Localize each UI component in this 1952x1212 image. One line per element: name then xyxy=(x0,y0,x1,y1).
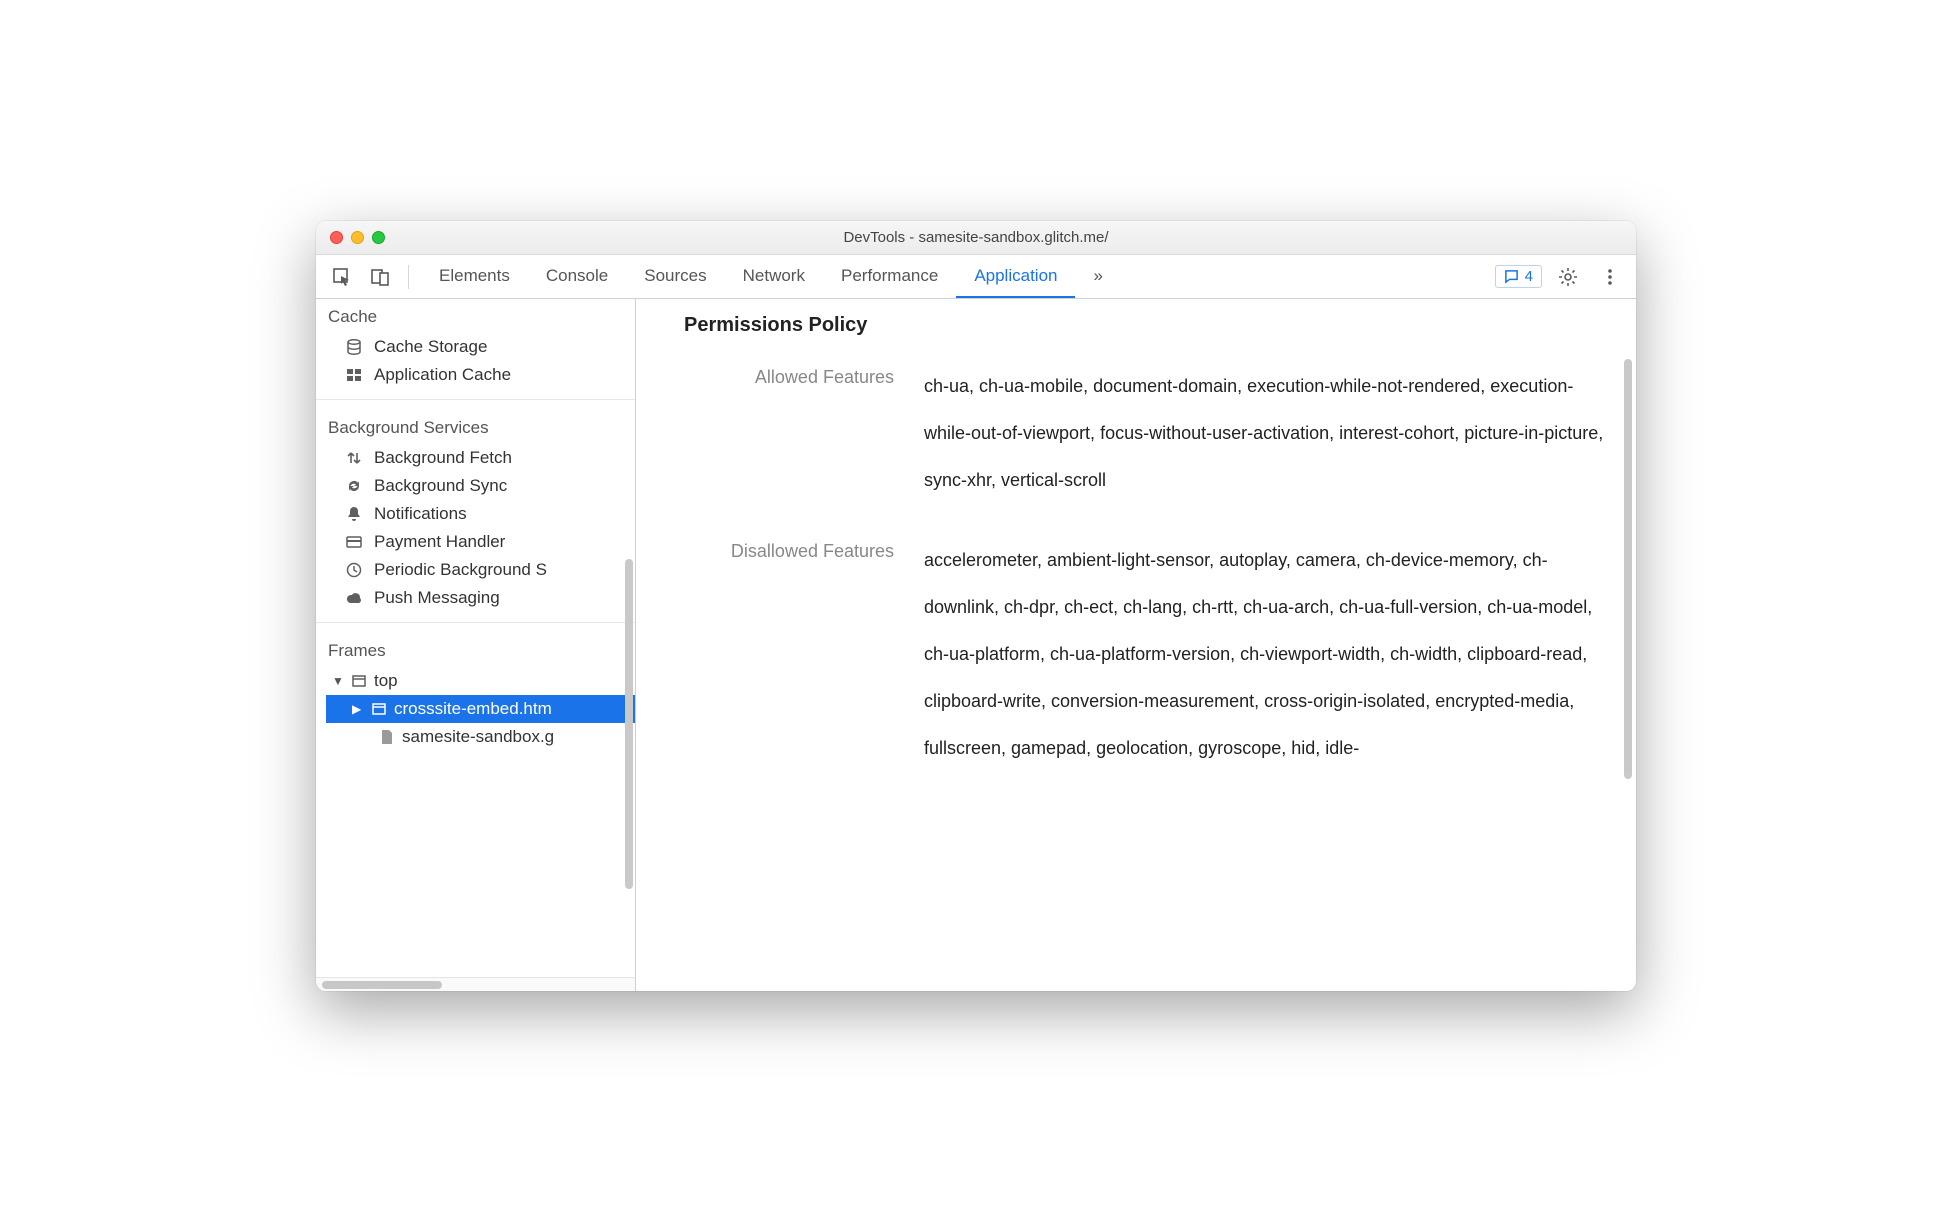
sidebar-item-background-sync[interactable]: Background Sync xyxy=(316,472,635,500)
frames-tree-item-samesite-sandbox[interactable]: samesite-sandbox.g xyxy=(326,723,635,751)
frame-icon xyxy=(370,700,388,718)
sidebar-item-label: Notifications xyxy=(374,504,467,524)
sidebar-item-label: Cache Storage xyxy=(374,337,487,357)
window-title: DevTools - samesite-sandbox.glitch.me/ xyxy=(316,229,1636,246)
frames-tree-label: samesite-sandbox.g xyxy=(402,727,554,747)
section-title: Permissions Policy xyxy=(684,309,1608,341)
sidebar-item-push-messaging[interactable]: Push Messaging xyxy=(316,584,635,612)
sidebar-item-label: Background Fetch xyxy=(374,448,512,468)
sidebar-item-application-cache[interactable]: Application Cache xyxy=(316,361,635,389)
file-icon xyxy=(378,728,396,746)
frames-tree-top[interactable]: ▼ top xyxy=(326,667,635,695)
sidebar-item-label: Payment Handler xyxy=(374,532,505,552)
credit-card-icon xyxy=(344,532,364,552)
sync-icon xyxy=(344,476,364,496)
sidebar-item-label: Push Messaging xyxy=(374,588,500,608)
sidebar-scrollbar-thumb[interactable] xyxy=(625,559,633,889)
message-icon xyxy=(1504,269,1519,284)
tab-network[interactable]: Network xyxy=(725,255,823,298)
grid-icon xyxy=(344,365,364,385)
tab-elements[interactable]: Elements xyxy=(421,255,528,298)
devtools-toolbar: Elements Console Sources Network Perform… xyxy=(316,255,1636,299)
sidebar-separator xyxy=(316,399,635,400)
tab-console[interactable]: Console xyxy=(528,255,626,298)
sidebar-hscroll-thumb[interactable] xyxy=(322,981,442,989)
sidebar-horizontal-scrollbar[interactable] xyxy=(316,977,635,991)
main-panel-wrap: Permissions Policy Allowed Features ch-u… xyxy=(636,299,1636,991)
tab-performance[interactable]: Performance xyxy=(823,255,956,298)
tabs-overflow-button[interactable]: » xyxy=(1075,255,1120,298)
titlebar: DevTools - samesite-sandbox.glitch.me/ xyxy=(316,221,1636,255)
messages-badge[interactable]: 4 xyxy=(1495,265,1542,288)
row-label: Disallowed Features xyxy=(684,537,894,771)
row-allowed-features: Allowed Features ch-ua, ch-ua-mobile, do… xyxy=(684,363,1608,503)
row-disallowed-features: Disallowed Features accelerometer, ambie… xyxy=(684,537,1608,771)
sidebar-separator xyxy=(316,622,635,623)
row-label: Allowed Features xyxy=(684,363,894,503)
sidebar-item-payment-handler[interactable]: Payment Handler xyxy=(316,528,635,556)
sidebar-group-cache[interactable]: Cache xyxy=(316,299,635,333)
settings-icon[interactable] xyxy=(1552,261,1584,293)
tree-expand-icon[interactable]: ▼ xyxy=(332,674,344,688)
cloud-icon xyxy=(344,588,364,608)
sidebar-item-cache-storage[interactable]: Cache Storage xyxy=(316,333,635,361)
devtools-window: DevTools - samesite-sandbox.glitch.me/ E… xyxy=(316,221,1636,991)
row-value: ch-ua, ch-ua-mobile, document-domain, ex… xyxy=(924,363,1608,503)
device-toolbar-icon[interactable] xyxy=(364,261,396,293)
inspect-element-icon[interactable] xyxy=(326,261,358,293)
application-sidebar[interactable]: Cache Cache Storage Application Cache Ba… xyxy=(316,299,636,991)
more-options-icon[interactable] xyxy=(1594,261,1626,293)
clock-icon xyxy=(344,560,364,580)
sidebar-group-background-services[interactable]: Background Services xyxy=(316,410,635,444)
tab-sources[interactable]: Sources xyxy=(626,255,724,298)
bell-icon xyxy=(344,504,364,524)
panel-tabs: Elements Console Sources Network Perform… xyxy=(421,255,1121,298)
database-icon xyxy=(344,337,364,357)
messages-count: 4 xyxy=(1525,268,1533,285)
window-icon xyxy=(350,672,368,690)
sidebar-item-label: Background Sync xyxy=(374,476,507,496)
tab-application[interactable]: Application xyxy=(956,255,1075,298)
frames-tree-label: crosssite-embed.htm xyxy=(394,699,552,719)
toolbar-divider xyxy=(408,265,409,289)
frames-tree: ▼ top ▶ crosssite-embed.htm samesite-san… xyxy=(316,667,635,751)
content-area: Cache Cache Storage Application Cache Ba… xyxy=(316,299,1636,991)
main-scrollbar-thumb[interactable] xyxy=(1624,359,1632,779)
row-value: accelerometer, ambient-light-sensor, aut… xyxy=(924,537,1608,771)
frames-tree-label: top xyxy=(374,671,398,691)
sidebar-item-notifications[interactable]: Notifications xyxy=(316,500,635,528)
frames-tree-item-crosssite-embed[interactable]: ▶ crosssite-embed.htm xyxy=(326,695,635,723)
updown-arrows-icon xyxy=(344,448,364,468)
main-panel[interactable]: Permissions Policy Allowed Features ch-u… xyxy=(636,299,1636,991)
tree-expand-icon[interactable]: ▶ xyxy=(352,702,364,716)
sidebar-item-periodic-background-sync[interactable]: Periodic Background S xyxy=(316,556,635,584)
sidebar-item-label: Application Cache xyxy=(374,365,511,385)
sidebar-item-label: Periodic Background S xyxy=(374,560,547,580)
sidebar-item-background-fetch[interactable]: Background Fetch xyxy=(316,444,635,472)
sidebar-group-frames[interactable]: Frames xyxy=(316,633,635,667)
